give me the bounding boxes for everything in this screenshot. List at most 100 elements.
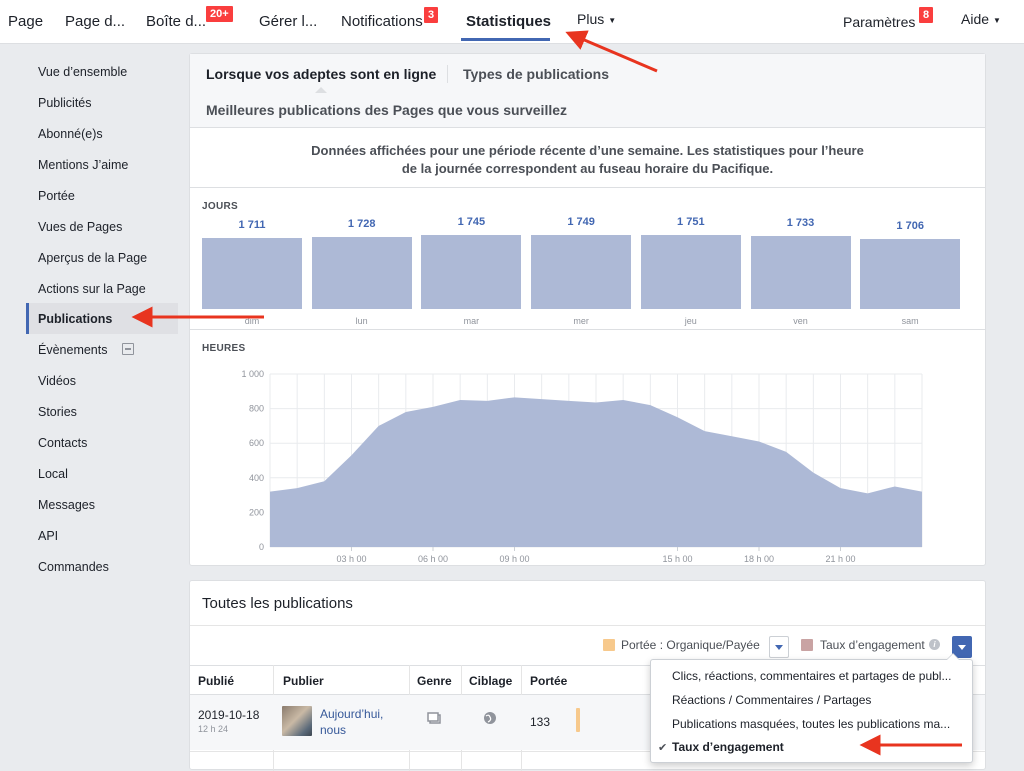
nav-notifications[interactable]: Notifications	[341, 13, 423, 30]
nav-manage[interactable]: Gérer l...	[259, 13, 317, 30]
menu-item-hidden-posts[interactable]: Publications masquées, toutes les public…	[672, 717, 962, 731]
day-value-label: 1 711	[238, 219, 266, 232]
post-reach-value: 133	[530, 715, 551, 729]
tab-divider	[447, 65, 448, 83]
day-value-label: 1 749	[567, 216, 595, 228]
sidebar-item-publications[interactable]: Publications	[26, 303, 178, 334]
nav-statistics[interactable]: Statistiques	[466, 13, 551, 30]
menu-item-clicks[interactable]: Clics, réactions, commentaires et partag…	[672, 669, 962, 683]
sidebar-item-overview[interactable]: Vue d’ensemble	[26, 56, 178, 87]
column-published[interactable]: Publié	[198, 674, 234, 688]
checkmark-icon: ✔	[658, 742, 668, 754]
y-tick-label: 1 000	[241, 369, 264, 379]
active-tab-pointer	[315, 87, 327, 93]
day-value-label: 1 745	[457, 216, 486, 229]
posts-title: Toutes les publications	[202, 595, 353, 612]
day-bar[interactable]	[860, 238, 961, 309]
period-notice: Données affichées pour une période récen…	[190, 128, 985, 188]
sidebar-item-api[interactable]: API	[26, 520, 178, 551]
column-targeting[interactable]: Ciblage	[469, 674, 512, 688]
insights-card: Lorsque vos adeptes sont en ligne Types …	[189, 53, 986, 566]
notifications-badge: 3	[423, 6, 440, 24]
post-link[interactable]: Aujourd’hui, nous	[320, 706, 400, 738]
sidebar-item-ads[interactable]: Publicités	[26, 87, 178, 118]
globe-icon	[484, 712, 496, 724]
engagement-legend-label: Taux d’engagement	[820, 638, 925, 652]
y-tick-label: 200	[249, 507, 264, 517]
x-tick-label: 18 h 00	[744, 554, 774, 564]
sidebar-item-page-previews[interactable]: Aperçus de la Page	[26, 242, 178, 273]
y-tick-label: 400	[249, 473, 264, 483]
day-category-label: lun	[355, 316, 368, 326]
day-bar[interactable]	[311, 236, 412, 309]
external-link-icon	[122, 343, 134, 355]
nav-settings[interactable]: Paramètres	[843, 14, 915, 30]
sidebar-item-followers[interactable]: Abonné(e)s	[26, 118, 178, 149]
tab-best-posts[interactable]: Meilleures publications des Pages que vo…	[206, 102, 567, 118]
x-tick-label: 09 h 00	[499, 554, 529, 564]
nav-help-label: Aide	[961, 11, 990, 27]
post-date: 2019-10-18	[198, 708, 260, 722]
days-section-title: JOURS	[202, 201, 238, 212]
reach-dropdown-button[interactable]	[769, 636, 789, 658]
menu-item-engagement-rate[interactable]: Taux d’engagement	[672, 740, 962, 754]
day-value-label: 1 751	[677, 215, 705, 228]
y-tick-label: 0	[259, 542, 264, 552]
info-icon[interactable]: i	[929, 639, 940, 650]
y-tick-label: 800	[249, 404, 264, 414]
sidebar-item-stories[interactable]: Stories	[26, 396, 178, 427]
sidebar-item-reach[interactable]: Portée	[26, 180, 178, 211]
sidebar-item-contacts[interactable]: Contacts	[26, 427, 178, 458]
menu-item-reactions[interactable]: Réactions / Commentaires / Partages	[672, 693, 962, 707]
day-category-label: ven	[793, 316, 808, 326]
inbox-badge: 20+	[205, 5, 234, 23]
reach-legend-label: Portée : Organique/Payée	[621, 638, 760, 652]
day-value-label: 1 706	[896, 219, 924, 232]
day-bar[interactable]	[531, 235, 632, 309]
nav-help[interactable]: Aide ▼	[961, 11, 1001, 27]
day-bar[interactable]	[750, 236, 851, 309]
section-divider	[190, 329, 985, 330]
active-tab-underline	[461, 38, 550, 41]
x-tick-label: 03 h 00	[336, 554, 366, 564]
nav-page-d[interactable]: Page d...	[65, 13, 125, 30]
tab-row: Lorsque vos adeptes sont en ligne Types …	[190, 54, 985, 128]
post-thumbnail[interactable]	[282, 706, 312, 736]
tab-online-followers[interactable]: Lorsque vos adeptes sont en ligne	[206, 66, 436, 82]
post-time: 12 h 24	[198, 724, 229, 734]
day-value-label: 1 728	[347, 217, 376, 230]
day-bar[interactable]	[202, 238, 302, 309]
tab-post-types[interactable]: Types de publications	[463, 66, 609, 82]
day-bar[interactable]	[421, 235, 522, 309]
nav-inbox[interactable]: Boîte d...	[146, 13, 206, 30]
top-navigation: Page Page d... Boîte d... 20+ Gérer l...…	[0, 0, 1024, 44]
sidebar-item-local[interactable]: Local	[26, 458, 178, 489]
day-category-label: dim	[244, 316, 260, 326]
sidebar-item-page-actions[interactable]: Actions sur la Page	[26, 273, 178, 304]
period-notice-text: Données affichées pour une période récen…	[311, 143, 864, 176]
day-value-label: 1 733	[786, 217, 815, 230]
day-category-label: jeu	[684, 316, 697, 326]
hours-area	[270, 397, 922, 547]
day-category-label: mer	[573, 316, 589, 326]
sidebar-item-page-views[interactable]: Vues de Pages	[26, 211, 178, 242]
hours-area-chart: 0 200 400 600 800 1 000 03 h 00 06 h 00 09 h 00 1…	[241, 369, 923, 564]
nav-more-label: Plus	[577, 11, 605, 27]
sidebar-item-orders[interactable]: Commandes	[26, 551, 178, 582]
day-bar[interactable]	[640, 234, 741, 309]
sidebar-item-videos[interactable]: Vidéos	[26, 365, 178, 396]
settings-badge: 8	[918, 6, 935, 24]
metric-dropdown-menu: Clics, réactions, commentaires et partag…	[650, 653, 973, 763]
column-type[interactable]: Genre	[417, 674, 452, 688]
sidebar-item-messages[interactable]: Messages	[26, 489, 178, 520]
sidebar-item-likes[interactable]: Mentions J’aime	[26, 149, 178, 180]
column-post[interactable]: Publier	[283, 674, 324, 688]
column-reach[interactable]: Portée	[530, 674, 567, 688]
x-tick-label: 06 h 00	[418, 554, 448, 564]
nav-more[interactable]: Plus ▼	[577, 11, 616, 27]
engagement-legend-swatch	[801, 639, 813, 651]
day-category-label: mar	[463, 316, 480, 326]
posts-header-divider	[190, 625, 985, 626]
sidebar-item-events[interactable]: Évènements	[26, 334, 178, 365]
nav-page[interactable]: Page	[8, 13, 43, 30]
